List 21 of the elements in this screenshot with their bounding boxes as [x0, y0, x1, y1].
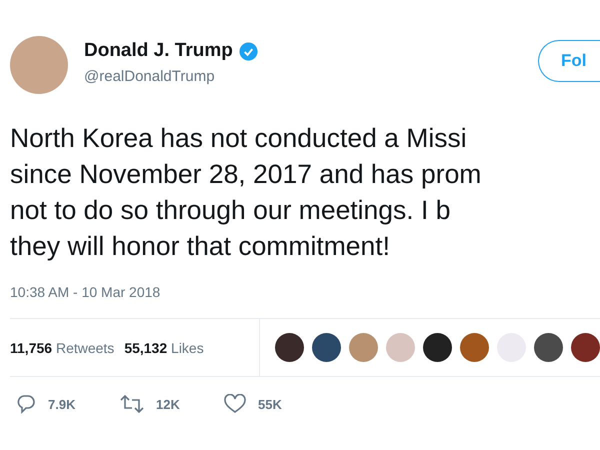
liker-avatar[interactable] — [312, 333, 341, 362]
stat-count[interactable]: 11,756 Retweets — [10, 340, 114, 356]
action-count: 12K — [156, 396, 180, 412]
tweet-text-line: North Korea has not conducted a Missi — [10, 122, 467, 155]
liker-avatar[interactable] — [423, 333, 452, 362]
heart-icon[interactable] — [224, 394, 246, 414]
tweet-text-line: since November 28, 2017 and has prom — [10, 158, 482, 191]
tweet-text-line: they will honor that commitment! — [10, 230, 390, 263]
verified-badge-icon — [238, 42, 258, 60]
liker-avatar[interactable] — [571, 333, 600, 362]
retweet-icon[interactable] — [120, 394, 144, 414]
stat-count[interactable]: 55,132 Likes — [124, 340, 204, 356]
action-count: 55K — [258, 396, 282, 412]
timestamp: 10:38 AM - 10 Mar 2018 — [10, 284, 160, 300]
action-count: 7.9K — [48, 396, 76, 412]
tweet-text-line: not to do so through our meetings. I b — [10, 194, 450, 227]
author-handle: @realDonaldTrump — [84, 68, 216, 85]
speech-bubble-icon[interactable] — [16, 394, 36, 414]
author-name: Donald J. Trump — [84, 40, 233, 62]
liker-avatar[interactable] — [275, 333, 304, 362]
liker-avatar[interactable] — [534, 333, 563, 362]
